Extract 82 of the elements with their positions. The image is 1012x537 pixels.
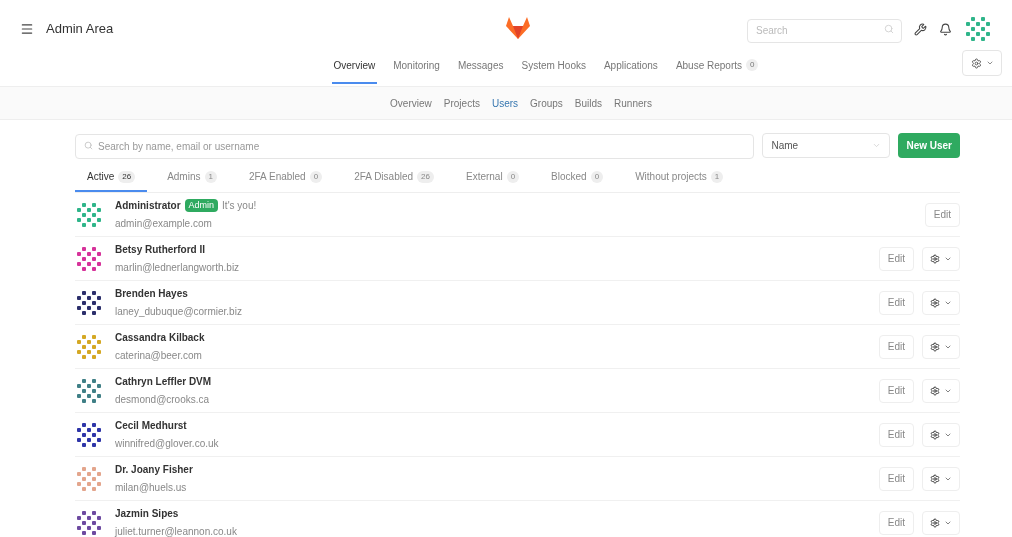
- bell-icon[interactable]: [939, 22, 952, 36]
- sub-nav-link[interactable]: Runners: [614, 95, 652, 111]
- user-name[interactable]: Jazmin Sipes: [115, 506, 179, 521]
- settings-dropdown[interactable]: [962, 50, 1002, 76]
- caret-icon: [985, 59, 994, 67]
- nav-tab[interactable]: Abuse Reports 0: [673, 48, 761, 84]
- count-badge: 0: [746, 59, 759, 71]
- avatar-icon: [964, 15, 992, 43]
- user-email: admin@example.com: [115, 217, 213, 231]
- gear-icon: [930, 385, 940, 396]
- count-badge: 26: [118, 170, 136, 183]
- count-badge: 1: [710, 170, 724, 183]
- filter-tab[interactable]: 2FA Disabled 26: [342, 163, 446, 192]
- nav-tab[interactable]: Monitoring: [391, 48, 442, 84]
- count-badge: 0: [309, 170, 323, 183]
- gear-icon: [930, 253, 940, 264]
- filter-tab[interactable]: Blocked 0: [539, 163, 616, 192]
- user-email: juliet.turner@leannon.co.uk: [115, 525, 237, 537]
- filter-tab[interactable]: External 0: [453, 163, 532, 192]
- user-name[interactable]: Cassandra Kilback: [115, 330, 205, 345]
- settings-dropdown[interactable]: [922, 510, 960, 535]
- settings-dropdown[interactable]: [922, 466, 960, 491]
- settings-dropdown[interactable]: [922, 422, 960, 447]
- gear-icon: [970, 57, 982, 69]
- new-user-button[interactable]: New User: [898, 132, 960, 158]
- gear-icon: [930, 517, 940, 528]
- filter-tab[interactable]: Admins 1: [155, 163, 229, 192]
- edit-button[interactable]: Edit: [878, 378, 914, 403]
- current-user-note: It's you!: [222, 199, 257, 213]
- sub-nav-link[interactable]: Groups: [530, 95, 563, 111]
- edit-button[interactable]: Edit: [878, 290, 914, 315]
- sub-nav-link[interactable]: Projects: [443, 95, 480, 111]
- count-badge: 26: [417, 170, 434, 183]
- user-email: laney_dubuque@cormier.biz: [115, 305, 242, 319]
- edit-button[interactable]: Edit: [878, 246, 914, 271]
- gear-icon: [930, 429, 940, 440]
- user-name[interactable]: Cathryn Leffler DVM: [115, 374, 212, 389]
- menu-icon[interactable]: [20, 22, 34, 36]
- user-email: desmond@crooks.ca: [115, 393, 211, 407]
- user-search-field[interactable]: Search by name, email or username: [75, 133, 755, 159]
- user-email: milan@huels.us: [115, 481, 188, 495]
- user-name[interactable]: Betsy Rutherford II: [115, 242, 205, 257]
- user-name[interactable]: Dr. Joany Fisher: [115, 462, 193, 477]
- wrench-icon[interactable]: [914, 22, 927, 36]
- settings-dropdown[interactable]: [922, 246, 960, 271]
- fox-logo-icon[interactable]: [505, 16, 531, 40]
- search-icon: [84, 140, 93, 150]
- count-badge: 1: [204, 170, 217, 183]
- gear-icon: [930, 341, 940, 352]
- search-field[interactable]: Search: [747, 18, 902, 43]
- admin-badge: Admin: [184, 198, 219, 213]
- edit-button[interactable]: Edit: [878, 510, 914, 535]
- nav-tab[interactable]: Messages: [455, 48, 506, 84]
- edit-button[interactable]: Edit: [878, 334, 914, 359]
- filter-tab[interactable]: 2FA Enabled 0: [236, 163, 335, 192]
- sub-nav-link[interactable]: Builds: [574, 95, 603, 111]
- filter-tab[interactable]: Active 26: [75, 163, 148, 192]
- nav-tab[interactable]: Applications: [601, 48, 660, 84]
- user-email: winnifred@glover.co.uk: [115, 437, 219, 451]
- user-email: marlin@lednerlangworth.biz: [115, 261, 240, 275]
- user-name[interactable]: Brenden Hayes: [115, 286, 188, 301]
- edit-button[interactable]: Edit: [878, 466, 914, 491]
- user-name[interactable]: Administrator: [115, 198, 181, 213]
- page-title: Admin Area: [46, 20, 114, 39]
- gear-icon: [930, 473, 940, 484]
- nav-tab[interactable]: Overview: [331, 48, 378, 84]
- edit-button[interactable]: Edit: [878, 422, 914, 447]
- settings-dropdown[interactable]: [922, 334, 960, 359]
- sub-nav-link[interactable]: Users: [491, 95, 519, 111]
- user-email: caterina@beer.com: [115, 349, 203, 363]
- settings-dropdown[interactable]: [922, 290, 960, 315]
- filter-tab[interactable]: Without projects 1: [623, 163, 736, 192]
- settings-dropdown[interactable]: [922, 378, 960, 403]
- search-icon: [884, 24, 894, 34]
- sub-nav-link[interactable]: Overview: [390, 95, 432, 111]
- edit-button[interactable]: Edit: [924, 202, 960, 227]
- sort-dropdown[interactable]: Name: [762, 132, 891, 158]
- nav-tab[interactable]: System Hooks: [519, 48, 588, 84]
- user-name[interactable]: Cecil Medhurst: [115, 418, 187, 433]
- count-badge: 0: [506, 170, 520, 183]
- count-badge: 0: [590, 170, 604, 183]
- gear-icon: [930, 297, 940, 308]
